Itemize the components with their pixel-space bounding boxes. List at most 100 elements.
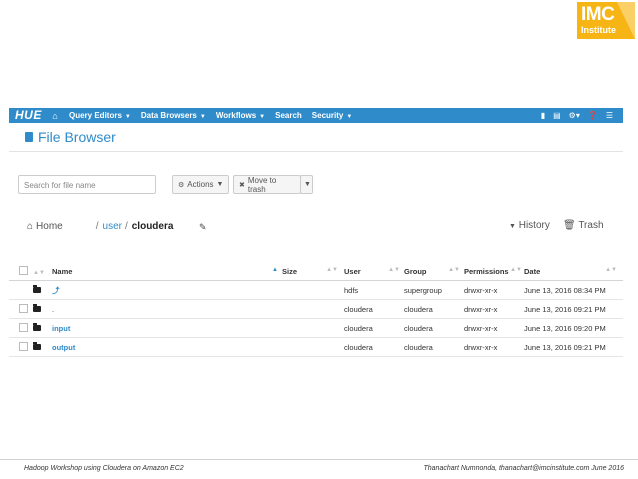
menu-security-label: Security	[311, 111, 344, 120]
file-permissions: drwxr-xr-x	[464, 337, 524, 357]
actions-button[interactable]: ⚙ Actions ▼	[172, 175, 229, 194]
file-name-link[interactable]: input	[52, 324, 70, 333]
breadcrumb-current[interactable]: cloudera	[132, 221, 174, 232]
table-row[interactable]: ⤴ hdfs supergroup drwxr-xr-x June 13, 20…	[9, 280, 623, 300]
chevron-down-icon: ▼	[304, 181, 311, 188]
menu-security[interactable]: Security ▼	[312, 111, 353, 120]
close-icon: ✖	[239, 181, 245, 189]
home-icon[interactable]: ⌂	[49, 108, 61, 123]
column-header-date[interactable]: Date	[524, 267, 540, 276]
menu-search[interactable]: Search	[275, 111, 302, 120]
sort-icon[interactable]: ▲▼	[448, 267, 460, 273]
chevron-down-icon: ▼	[259, 114, 266, 120]
move-to-trash-label: Move to trash	[247, 175, 277, 194]
table-row[interactable]: input cloudera cloudera drwxr-xr-x June …	[9, 318, 623, 338]
menu-data-browsers-label: Data Browsers	[140, 111, 197, 120]
hue-logo[interactable]: HUE	[15, 108, 42, 122]
footer-divider	[0, 459, 638, 460]
column-header-size[interactable]: Size	[282, 267, 297, 276]
trash-label: Trash	[578, 220, 604, 231]
chevron-down-icon: ▼	[346, 114, 353, 120]
file-size	[282, 299, 344, 319]
trash-button[interactable]: 🗑 Trash	[563, 220, 604, 231]
column-header-group[interactable]: Group	[404, 267, 427, 276]
sort-icon[interactable]: ▲▼	[510, 267, 522, 273]
menu-data-browsers[interactable]: Data Browsers ▼	[141, 111, 206, 120]
sort-asc-icon[interactable]: ▲	[272, 267, 278, 273]
file-permissions: drwxr-xr-x	[464, 280, 524, 300]
sort-icon[interactable]: ▲▼	[326, 267, 338, 273]
file-user: hdfs	[344, 280, 404, 300]
sort-icon[interactable]: ▲▼	[605, 267, 617, 273]
history-button[interactable]: ▼ History	[509, 220, 550, 231]
table-row[interactable]: . cloudera cloudera drwxr-xr-x June 13, …	[9, 299, 623, 319]
move-to-trash-button[interactable]: ✖ Move to trash	[233, 175, 301, 194]
file-date: June 13, 2016 08:34 PM	[524, 280, 623, 300]
folder-icon	[33, 303, 41, 312]
menu-icon[interactable]: ☰	[606, 111, 613, 120]
breadcrumb-home[interactable]: Home	[36, 221, 63, 232]
column-header-user[interactable]: User	[344, 267, 361, 276]
actions-label: Actions	[187, 180, 214, 189]
menu-query-editors[interactable]: Query Editors ▼	[69, 111, 131, 120]
file-name-link[interactable]: output	[52, 343, 75, 352]
menu-search-label: Search	[275, 111, 302, 120]
file-group: cloudera	[404, 318, 464, 338]
breadcrumb-separator: /	[95, 220, 99, 232]
gear-icon: ⚙	[178, 181, 185, 189]
breadcrumb: ⌂ Home / user / cloudera	[27, 219, 173, 233]
select-all-checkbox[interactable]	[19, 265, 28, 275]
file-date: June 13, 2016 09:21 PM	[524, 299, 623, 319]
column-header-name[interactable]: Name	[52, 267, 72, 276]
table-row[interactable]: output cloudera cloudera drwxr-xr-x June…	[9, 337, 623, 357]
table-icon[interactable]: ▤	[553, 111, 561, 120]
footer-right-text: Thanachart Numnonda, thanachart@imcinsti…	[423, 465, 625, 472]
hue-navbar: HUE ⌂ Query Editors ▼ Data Browsers ▼ Work…	[9, 108, 623, 123]
logo-text-imc: IMC	[581, 4, 615, 25]
folder-icon	[33, 322, 41, 331]
row-checkbox[interactable]	[19, 322, 28, 332]
home-icon[interactable]: ⌂	[27, 221, 33, 232]
logo-slash	[617, 2, 635, 39]
file-permissions: drwxr-xr-x	[464, 318, 524, 338]
sort-icon[interactable]: ▲▼	[388, 267, 400, 273]
menu-query-editors-label: Query Editors	[69, 111, 122, 120]
edit-path-icon[interactable]: ✎	[199, 222, 207, 233]
menu-workflows[interactable]: Workflows ▼	[216, 111, 265, 120]
file-name-link[interactable]: .	[52, 305, 54, 314]
folder-icon	[33, 284, 41, 293]
search-input[interactable]: Search for file name	[18, 175, 156, 194]
chevron-down-icon: ▼	[216, 181, 224, 188]
file-size	[282, 280, 344, 300]
file-group: cloudera	[404, 299, 464, 319]
file-group: cloudera	[404, 337, 464, 357]
menu-workflows-label: Workflows	[215, 111, 257, 120]
file-size	[282, 337, 344, 357]
file-icon	[25, 132, 33, 142]
header-divider	[9, 151, 623, 152]
file-name-link[interactable]: ⤴	[52, 286, 60, 295]
sort-icon[interactable]: ▲▼	[33, 270, 45, 276]
document-icon[interactable]: ▮	[541, 111, 545, 120]
file-permissions: drwxr-xr-x	[464, 299, 524, 319]
page-title-text: File Browser	[38, 129, 116, 145]
row-checkbox[interactable]	[19, 341, 28, 351]
move-to-trash-dropdown[interactable]: ▼	[300, 175, 313, 194]
navbar-menu: ⌂ Query Editors ▼ Data Browsers ▼ Workflow…	[49, 108, 362, 123]
file-user: cloudera	[344, 337, 404, 357]
help-icon[interactable]: ❓	[588, 111, 598, 120]
logo-text-institute: Institute	[581, 25, 616, 35]
row-checkbox[interactable]	[19, 303, 28, 313]
file-table: ▲▼ Name ▲ Size ▲▼ User ▲▼ Group ▲▼ Permissio…	[9, 262, 623, 357]
chevron-down-icon: ▼	[509, 223, 516, 230]
breadcrumb-user[interactable]: user	[103, 221, 122, 232]
file-size	[282, 318, 344, 338]
table-header-row: ▲▼ Name ▲ Size ▲▼ User ▲▼ Group ▲▼ Permissio…	[9, 262, 623, 281]
file-date: June 13, 2016 09:21 PM	[524, 337, 623, 357]
column-header-permissions[interactable]: Permissions	[464, 267, 509, 276]
history-label: History	[518, 220, 550, 231]
gear-icon[interactable]: ⚙▾	[569, 111, 580, 120]
file-user: cloudera	[344, 318, 404, 338]
trash-icon: 🗑	[563, 220, 576, 231]
chevron-down-icon: ▼	[124, 114, 131, 120]
